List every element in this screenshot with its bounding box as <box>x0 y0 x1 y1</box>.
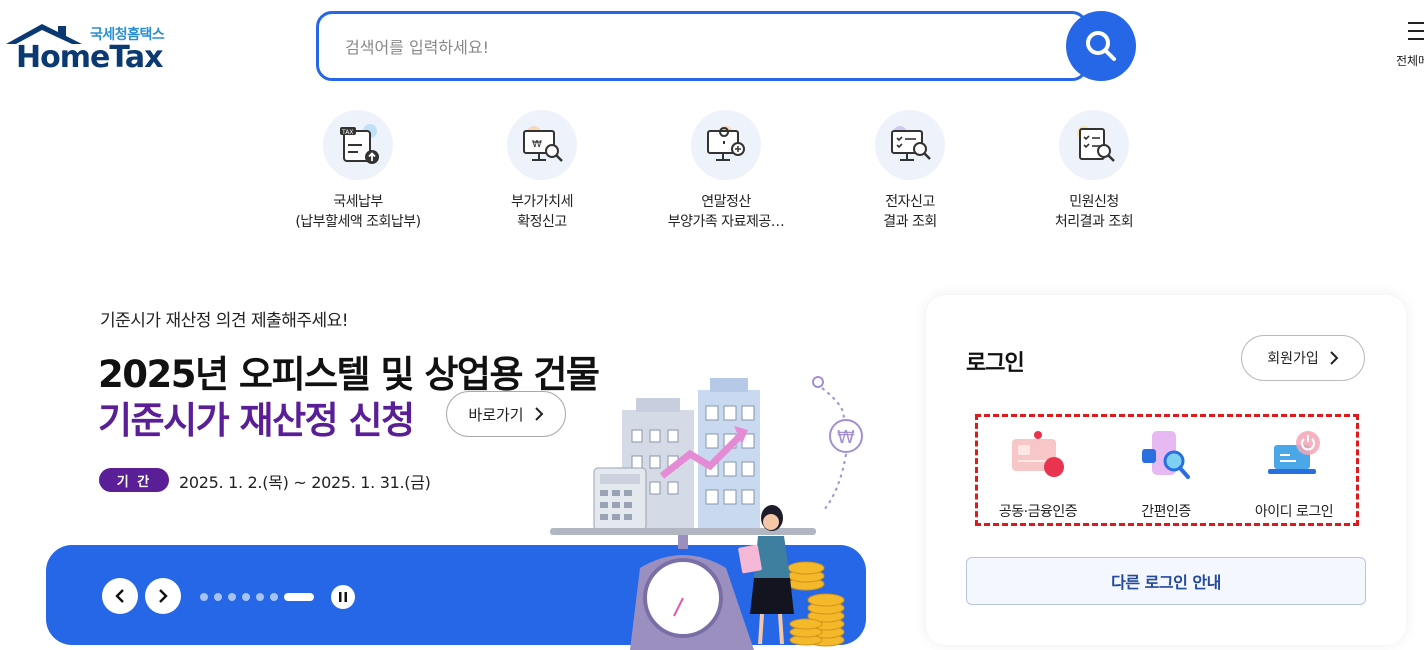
login-card: 로그인 회원가입 공동·금융인증 간편인증 아이디 로그인 다른 로그인 안내 <box>926 295 1406 645</box>
login-title: 로그인 <box>966 351 1025 376</box>
pause-icon <box>339 592 347 602</box>
svg-text:₩: ₩ <box>532 139 542 150</box>
quick-menu-line2: (납부할세액 조회납부) <box>295 214 421 230</box>
civil-petition-icon <box>1059 110 1129 180</box>
chevron-left-icon <box>115 589 124 603</box>
quick-menu-line2: 결과 조회 <box>883 214 937 230</box>
search-icon <box>1086 31 1116 61</box>
join-label: 회원가입 <box>1267 351 1319 367</box>
quick-menu-line2: 부양가족 자료제공… <box>667 214 785 230</box>
login-option-label: 아이디 로그인 <box>1254 504 1334 520</box>
login-option-id[interactable]: 아이디 로그인 <box>1234 427 1354 521</box>
quick-menu-line2: 처리결과 조회 <box>1054 214 1134 230</box>
login-options-box: 공동·금융인증 간편인증 아이디 로그인 <box>975 414 1359 526</box>
quick-menu-line2: 확정신고 <box>517 214 567 230</box>
join-button[interactable]: 회원가입 <box>1241 335 1365 381</box>
search-input[interactable] <box>345 32 1045 62</box>
simple-auth-phone-icon <box>1142 431 1190 479</box>
e-filing-result-icon <box>875 110 945 180</box>
chevron-right-icon <box>159 589 168 603</box>
all-menu-label: 전체메뉴 <box>1396 54 1424 68</box>
banner-pause-button[interactable] <box>331 585 355 609</box>
quick-menu-e-filing[interactable]: 전자신고결과 조회 <box>820 110 1000 232</box>
tax-payment-icon: TAX <box>323 110 393 180</box>
login-option-certificate[interactable]: 공동·금융인증 <box>978 427 1098 521</box>
period-text: 2025. 1. 2.(목) ~ 2025. 1. 31.(금) <box>179 473 431 492</box>
vat-monitor-icon: ₩ <box>507 110 577 180</box>
quick-menu-line1: 연말정산 <box>701 194 751 210</box>
goto-label: 바로가기 <box>468 405 524 424</box>
banner-title-line2: 기준시가 재산정 신청 <box>98 399 415 442</box>
quick-menu-tax-payment[interactable]: TAX 국세납부 (납부할세액 조회납부) <box>268 110 448 232</box>
login-option-label: 간편인증 <box>1141 504 1191 520</box>
logo-english-text: HomeTax <box>16 40 164 75</box>
certificate-card-icon <box>1012 431 1064 477</box>
year-end-settlement-icon <box>691 110 761 180</box>
quick-menu-vat[interactable]: ₩ 부가가치세확정신고 <box>452 110 632 232</box>
other-login-guide-button[interactable]: 다른 로그인 안내 <box>966 557 1366 605</box>
search-box <box>316 11 1088 81</box>
period-badge: 기 간 <box>99 468 169 492</box>
slide-dot[interactable] <box>200 593 208 601</box>
search-button[interactable] <box>1066 11 1136 81</box>
banner-prev-button[interactable] <box>102 578 138 614</box>
hamburger-icon <box>1408 22 1424 40</box>
all-menu-button[interactable]: 전체메뉴 <box>1396 22 1424 69</box>
building-scale-illustration: ₩ <box>550 376 863 650</box>
chevron-right-icon <box>1330 351 1339 365</box>
slide-indicator <box>200 593 314 601</box>
login-option-simple-auth[interactable]: 간편인증 <box>1106 427 1226 521</box>
slide-dot-active[interactable] <box>284 593 314 601</box>
hometax-logo[interactable]: 국세청홈택스 HomeTax <box>6 20 171 75</box>
login-option-label: 공동·금융인증 <box>998 504 1078 520</box>
banner-subtitle: 기준시가 재산정 의견 제출해주세요! <box>100 311 349 331</box>
id-login-laptop-icon <box>1268 431 1320 474</box>
svg-text:₩: ₩ <box>837 427 855 448</box>
banner-next-button[interactable] <box>145 578 181 614</box>
slide-dot[interactable] <box>228 593 236 601</box>
quick-menu-line1: 부가가치세 <box>511 194 573 210</box>
quick-menu-line1: 전자신고 <box>885 194 935 210</box>
slide-dot[interactable] <box>256 593 264 601</box>
quick-menu-line1: 국세납부 <box>333 194 383 210</box>
slide-dot[interactable] <box>242 593 250 601</box>
quick-menu-civil-petition[interactable]: 민원신청처리결과 조회 <box>1004 110 1184 232</box>
slide-dot[interactable] <box>214 593 222 601</box>
slide-dot[interactable] <box>270 593 278 601</box>
quick-menu-year-end[interactable]: 연말정산부양가족 자료제공… <box>636 110 816 232</box>
quick-menu-line1: 민원신청 <box>1069 194 1119 210</box>
svg-text:TAX: TAX <box>341 129 353 136</box>
